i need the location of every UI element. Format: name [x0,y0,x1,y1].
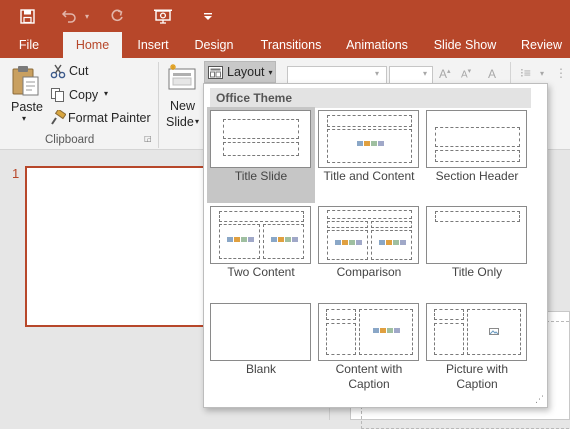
present-from-beginning-icon[interactable] [150,4,176,28]
cut-button[interactable]: Cut [49,62,91,80]
customize-qat-icon[interactable] [201,4,215,28]
undo-dropdown-icon[interactable]: ▾ [82,4,92,28]
new-slide-label: New [170,99,196,113]
clipboard-group-label: Clipboard [45,134,95,146]
layout-section-header[interactable]: Section Header [423,107,531,203]
layout-icon [208,65,223,79]
tab-review[interactable]: Review [515,32,568,58]
layout-caption: Title Slide [234,169,288,183]
redo-icon[interactable] [106,4,128,28]
undo-icon[interactable] [58,4,80,28]
content-placeholder-icons [379,240,406,245]
chevron-down-icon: ▾ [423,69,428,78]
layout-title-slide[interactable]: Title Slide [207,107,315,203]
title-bar: ▾ [0,0,570,32]
layout-label: Layout [227,65,265,79]
tab-transitions[interactable]: Transitions [253,32,329,58]
chevron-down-icon: ▾ [375,69,380,78]
slide-number: 1 [12,166,20,181]
new-slide-button[interactable]: New Slide ▾ [162,60,202,130]
new-slide-icon [168,64,196,90]
layout-gallery: Office Theme Title Slide Title and Conte… [203,83,548,408]
copy-icon [51,88,64,102]
chevron-down-icon[interactable]: ▾ [104,89,108,98]
tab-animations[interactable]: Animations [340,32,414,58]
scissors-icon [50,64,66,79]
content-placeholder-icons [227,237,254,242]
cut-label: Cut [69,64,89,78]
clear-formatting-icon[interactable]: A [488,67,496,81]
layout-preview [426,303,527,361]
layout-caption: Picture with [445,362,509,376]
layout-caption: Two Content [227,265,295,279]
layout-caption: Section Header [435,169,519,183]
content-placeholder-icons [373,328,400,333]
layout-blank[interactable]: Blank [207,300,315,396]
layout-caption: Title and Content [323,169,415,183]
layout-preview [210,206,311,264]
paintbrush-icon [51,110,66,125]
tab-home[interactable]: Home [63,32,122,58]
layout-caption-line-2: Caption [456,377,498,391]
layout-preview [318,303,419,361]
tab-file[interactable]: File [8,32,50,58]
layout-content-with-caption[interactable]: Content with Caption [315,300,423,396]
chevron-down-icon: ▾ [268,67,273,77]
increase-font-icon[interactable]: A▴ [439,67,451,81]
picture-placeholder-icon [489,328,499,335]
format-painter-button[interactable]: Format Painter [49,109,153,127]
dialog-launcher-icon[interactable]: ◲ [144,134,154,144]
numbering-icon[interactable]: ⋮ [555,66,567,80]
paste-icon [12,66,39,96]
format-painter-label: Format Painter [68,111,151,125]
bullets-icon[interactable]: ⁝≡ [520,66,531,80]
paste-label: Paste [11,100,43,114]
chevron-down-icon: ▾ [195,117,200,126]
save-icon[interactable] [16,4,38,28]
layout-caption: Content with [335,362,403,376]
layout-title-and-content[interactable]: Title and Content [315,107,423,203]
content-placeholder-icons [357,141,384,146]
layout-picture-with-caption[interactable]: Picture with Caption [423,300,531,396]
slide-thumbnail[interactable] [25,166,210,327]
content-placeholder-icons [271,237,298,242]
layout-title-only[interactable]: Title Only [423,203,531,299]
decrease-font-icon[interactable]: A▾ [461,67,471,80]
layout-caption: Title Only [451,265,503,279]
gallery-header: Office Theme [210,88,531,108]
layout-preview [210,110,311,168]
chevron-down-icon: ▾ [540,69,545,78]
layout-button[interactable]: Layout ▾ [204,61,276,83]
layout-preview [426,206,527,264]
layout-comparison[interactable]: Comparison [315,203,423,299]
paste-button[interactable]: Paste ▾ [4,60,46,130]
content-placeholder-icons [335,240,362,245]
ribbon-tabs: File Home Insert Design Transitions Anim… [0,32,570,58]
layout-caption-line-2: Caption [348,377,390,391]
group-separator [158,62,159,148]
layout-preview [318,206,419,264]
layout-preview [426,110,527,168]
layout-preview [210,303,311,361]
copy-label: Copy [69,88,99,102]
copy-button[interactable]: Copy ▾ [49,86,115,104]
layout-caption: Comparison [336,265,402,279]
layout-two-content[interactable]: Two Content [207,203,315,299]
tab-insert[interactable]: Insert [130,32,176,58]
layout-preview [318,110,419,168]
chevron-down-icon: ▾ [22,114,27,123]
resize-grip-icon[interactable]: ⋰ [535,394,544,405]
new-slide-label-2: Slide [166,115,194,129]
tab-slide-show[interactable]: Slide Show [430,32,500,58]
tab-design[interactable]: Design [188,32,240,58]
layout-caption: Blank [245,362,277,376]
